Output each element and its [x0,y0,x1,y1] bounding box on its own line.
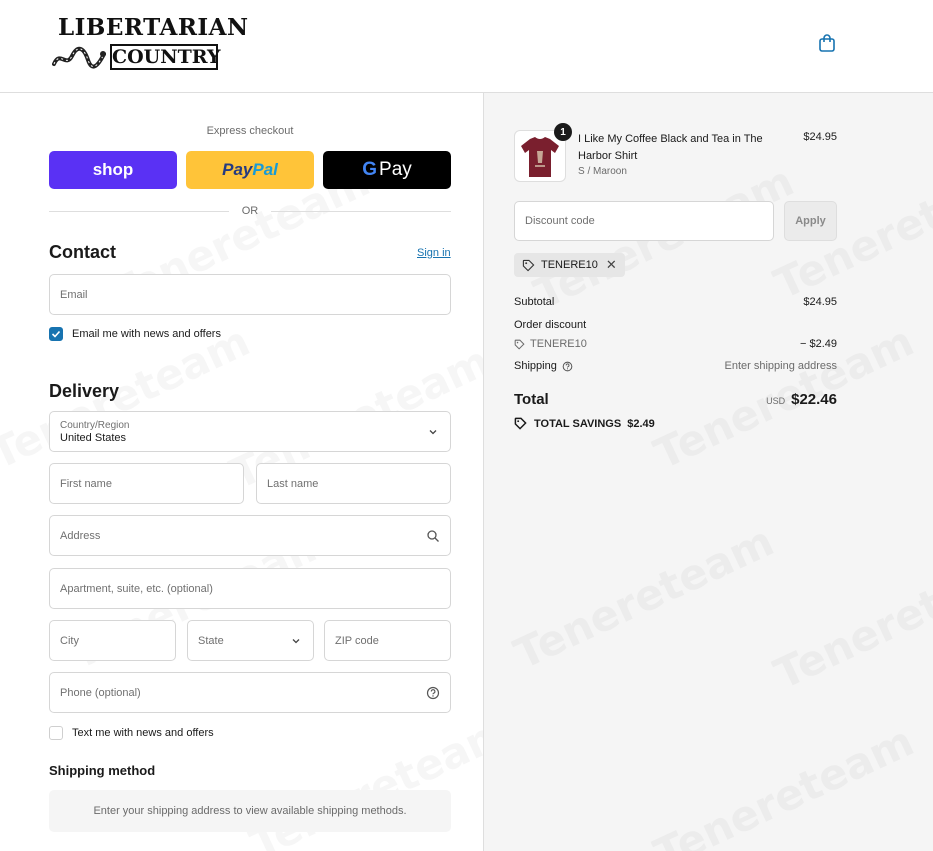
product-price: $24.95 [803,131,837,143]
chevron-down-icon [429,429,437,434]
zip-field[interactable]: ZIP code [324,620,451,661]
paypal-label-a: Pay [222,160,253,179]
watermark: Tenereteam [647,716,921,851]
phone-field[interactable]: Phone (optional) [49,672,451,713]
order-discount-row: Order discount [514,319,837,331]
paypal-button[interactable]: Pay Pal [186,151,314,189]
last-name-field[interactable]: Last name [256,463,451,504]
applied-code-label: TENERE10 [541,259,598,271]
address-placeholder: Address [60,529,101,542]
shopping-bag-icon[interactable] [817,33,837,53]
discount-code-label: TENERE10 [530,338,587,350]
watermark: Tenereteam [507,516,781,679]
contact-title: Contact [49,242,116,262]
state-placeholder: State [198,634,224,647]
tag-icon [514,339,525,350]
discount-value: − $2.49 [799,338,837,350]
country-label: Country/Region [60,420,130,431]
discount-code-field[interactable]: Discount code [514,201,774,241]
zip-placeholder: ZIP code [335,634,379,647]
country-value: United States [60,432,127,444]
phone-placeholder: Phone (optional) [60,686,141,699]
city-placeholder: City [60,634,79,647]
savings-label: TOTAL SAVINGS [534,417,622,430]
header: LIBERTARIAN COUNTRY [0,0,933,93]
snake-icon [52,46,106,69]
total-savings: TOTAL SAVINGS $2.49 [514,417,655,430]
store-logo[interactable]: LIBERTARIAN COUNTRY [50,12,248,72]
tag-icon [522,259,535,271]
shipping-value: Enter shipping address [724,360,837,372]
email-news-option[interactable]: Email me with news and offers [49,327,221,341]
applied-discount-chip: TENERE10 ✕ [514,253,625,277]
email-placeholder: Email [60,288,88,301]
chevron-down-icon [292,638,300,643]
watermark: Tenereteam [767,536,933,699]
shipping-method-message: Enter your shipping address to view avai… [49,790,451,832]
order-discount-label: Order discount [514,319,587,331]
total-row: Total USD $22.46 [514,391,837,413]
logo-text-top: LIBERTARIAN [58,14,249,41]
total-value: $22.46 [791,391,837,408]
subtotal-label: Subtotal [514,296,555,308]
country-select[interactable]: Country/Region United States [49,411,451,452]
paypal-label-b: Pal [252,160,278,179]
savings-value: $2.49 [627,417,655,430]
total-label: Total [514,391,549,408]
email-news-checkbox[interactable] [49,327,63,341]
discount-placeholder: Discount code [525,215,595,227]
state-select[interactable]: State [187,620,314,661]
text-news-option[interactable]: Text me with news and offers [49,726,214,740]
delivery-title: Delivery [49,381,120,401]
discount-code-row: TENERE10 − $2.49 [514,338,837,350]
remove-discount-icon[interactable]: ✕ [606,257,617,273]
address-field[interactable]: Address [49,515,451,556]
express-checkout-label: Express checkout [206,125,294,137]
first-name-field[interactable]: First name [49,463,244,504]
order-summary: Tenereteam Tenereteam Tenereteam Teneret… [483,93,933,851]
currency-code: USD [766,396,786,406]
apartment-field[interactable]: Apartment, suite, etc. (optional) [49,568,451,609]
shop-pay-button[interactable]: shop [49,151,177,189]
google-g-icon: G [362,159,378,180]
product-thumbnail: 1 [514,123,572,182]
email-news-label: Email me with news and offers [72,328,221,340]
email-field[interactable]: Email [49,274,451,315]
help-icon[interactable] [426,686,440,700]
shipping-method-title: Shipping method [49,763,156,778]
subtotal-value: $24.95 [803,296,837,308]
divider-line [271,211,451,212]
quantity-badge: 1 [554,123,572,141]
checkmark-icon [51,330,61,338]
apartment-placeholder: Apartment, suite, etc. (optional) [60,582,213,595]
subtotal-row: Subtotal $24.95 [514,296,837,308]
shipping-label: Shipping [514,360,557,372]
search-icon [427,529,439,542]
divider-line [49,211,229,212]
or-divider: OR [49,205,451,217]
product-name: I Like My Coffee Black and Tea in The Ha… [578,133,763,162]
city-field[interactable]: City [49,620,176,661]
help-icon[interactable] [562,361,573,372]
google-pay-label: Pay [379,159,412,180]
tag-icon [514,417,527,430]
logo-text-bottom: COUNTRY [110,44,221,70]
product-variant: S / Maroon [578,166,627,177]
text-news-checkbox[interactable] [49,726,63,740]
checkout-form: Tenereteam Tenereteam Tenereteam Teneret… [0,93,483,851]
first-name-placeholder: First name [60,477,112,490]
sign-in-link[interactable]: Sign in [417,247,451,259]
text-news-label: Text me with news and offers [72,727,214,739]
apply-discount-button[interactable]: Apply [784,201,837,241]
last-name-placeholder: Last name [267,477,319,490]
google-pay-button[interactable]: G Pay [323,151,451,189]
shipping-row: Shipping Enter shipping address [514,360,837,372]
or-label: OR [241,205,259,217]
